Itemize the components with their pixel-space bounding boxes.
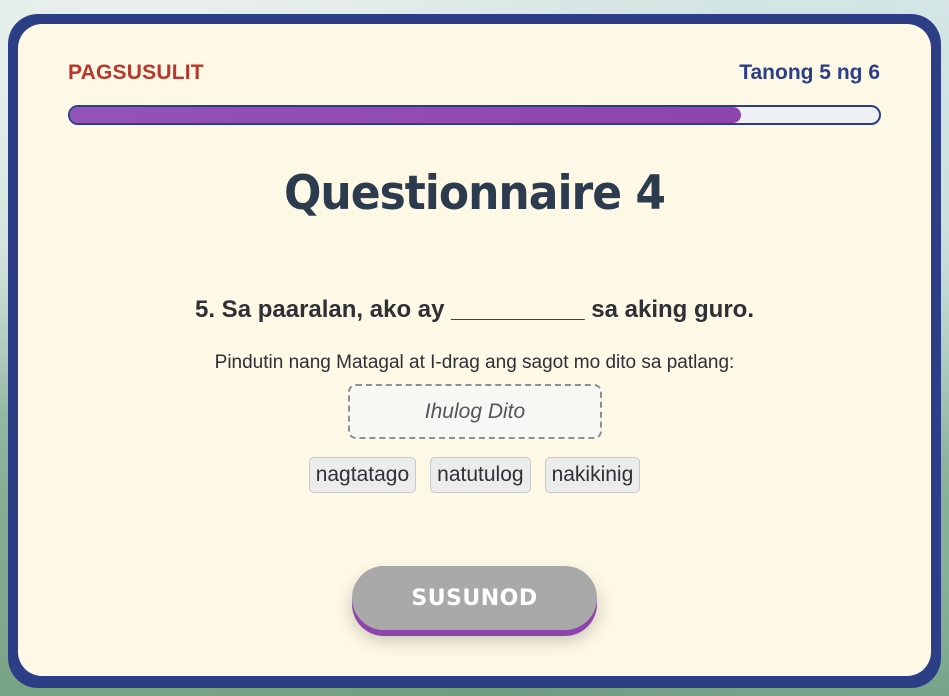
progress-bar: [68, 105, 881, 125]
answer-choice-nakikinig[interactable]: nakikinig: [544, 457, 641, 493]
question-text: 5. Sa paaralan, ako ay __________ sa aki…: [195, 296, 754, 323]
answer-choices: nagtatago natutulog nakikinig: [0, 457, 949, 493]
question-counter: Tanong 5 ng 6: [739, 61, 880, 84]
answer-choice-nagtatago[interactable]: nagtatago: [308, 457, 417, 493]
quiz-header-label: PAGSUSULIT: [68, 61, 204, 84]
progress-bar-fill: [70, 107, 742, 123]
quiz-title: Questionnaire 4: [284, 165, 666, 222]
instruction-text: Pindutin nang Matagal at I-drag ang sago…: [214, 352, 735, 373]
next-button[interactable]: SUSUNOD: [352, 566, 597, 630]
answer-dropzone[interactable]: Ihulog Dito: [348, 384, 602, 439]
answer-choice-natutulog[interactable]: natutulog: [430, 457, 531, 493]
